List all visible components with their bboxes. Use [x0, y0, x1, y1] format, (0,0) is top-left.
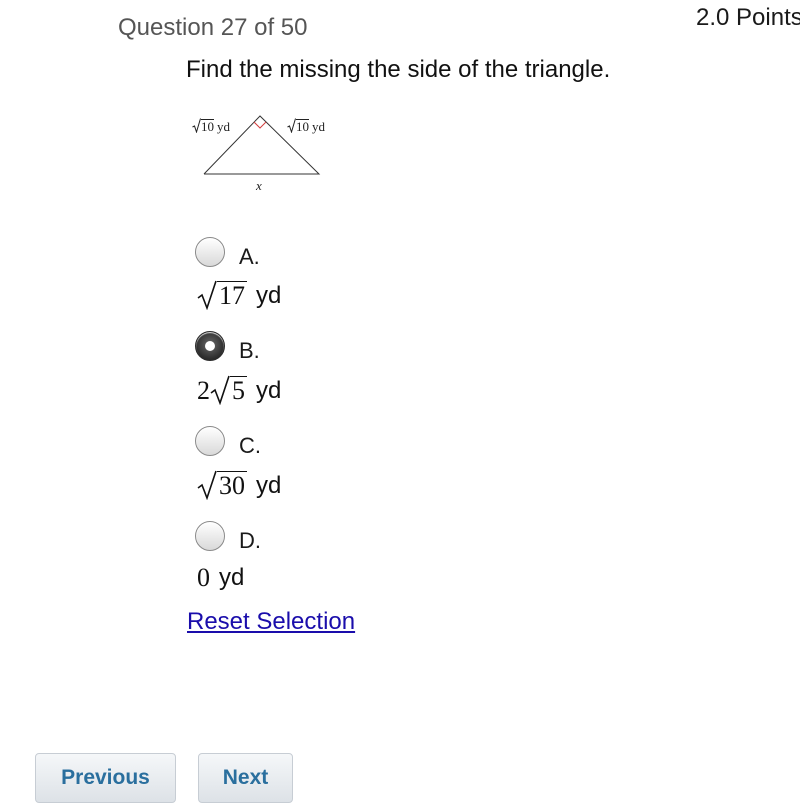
radio-option-b[interactable]	[195, 331, 225, 361]
option-b-letter: B.	[239, 338, 260, 363]
reset-selection-link[interactable]: Reset Selection	[187, 608, 355, 636]
option-d-letter: D.	[239, 528, 261, 553]
option-a-answer: 17 yd	[197, 280, 281, 310]
sqrt-symbol: 5	[210, 375, 247, 405]
points-label: 2.0 Points	[696, 4, 800, 31]
option-d-answer: 0 yd	[197, 563, 245, 592]
triangle-figure: 10 yd 10 yd x	[186, 110, 346, 200]
left-side-label: 10 yd	[192, 118, 230, 133]
option-c-answer: 30 yd	[197, 470, 281, 500]
question-counter: Question 27 of 50	[118, 14, 308, 41]
base-label: x	[256, 178, 262, 193]
radio-option-a[interactable]	[195, 237, 225, 267]
right-side-label: 10 yd	[287, 118, 325, 133]
option-c-letter: C.	[239, 433, 261, 458]
previous-button[interactable]: Previous	[35, 753, 176, 803]
radio-option-d[interactable]	[195, 521, 225, 551]
sqrt-symbol: 30	[197, 470, 247, 500]
question-prompt: Find the missing the side of the triangl…	[186, 56, 611, 83]
radio-option-c[interactable]	[195, 426, 225, 456]
option-a-letter: A.	[239, 244, 260, 269]
option-b-answer: 2 5 yd	[197, 375, 282, 405]
next-button[interactable]: Next	[198, 753, 293, 803]
sqrt-symbol: 17	[197, 280, 247, 310]
